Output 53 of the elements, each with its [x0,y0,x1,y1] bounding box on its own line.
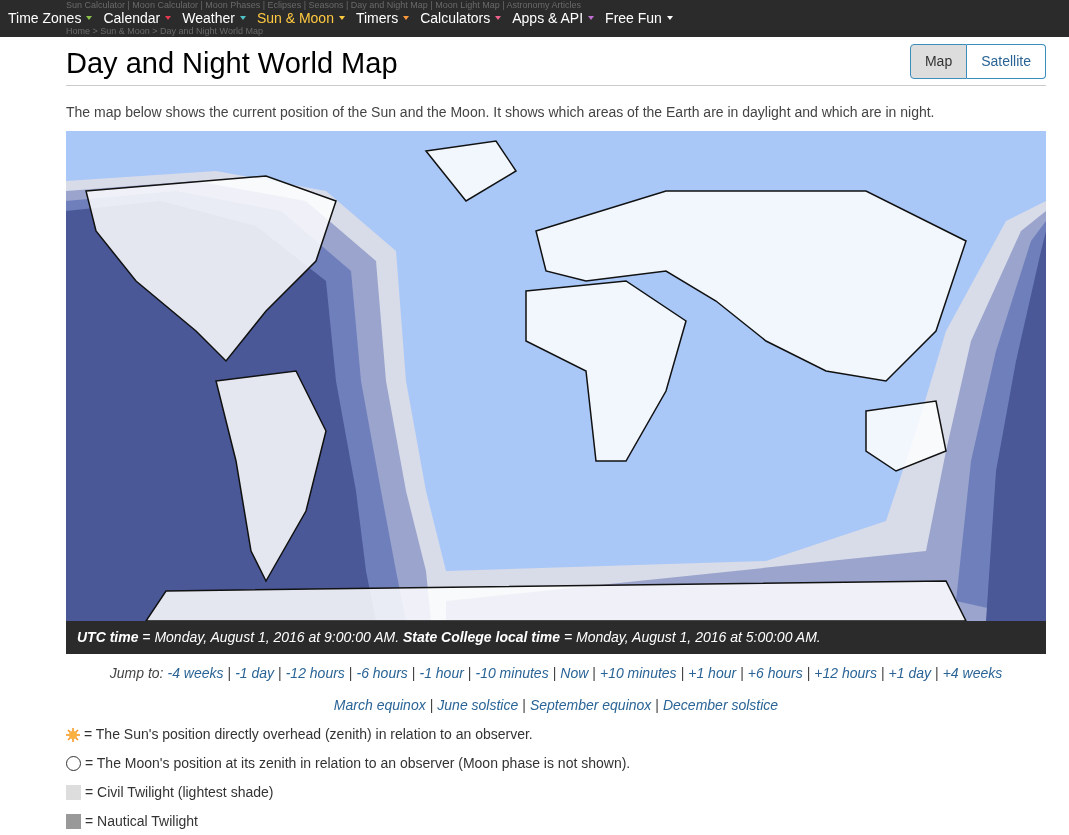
time-link[interactable]: -4 weeks [167,663,224,684]
view-toggle-tab[interactable]: Satellite [967,43,1046,79]
separator: | [552,664,557,683]
time-link[interactable]: June solstice [437,695,519,716]
separator: | [411,664,416,683]
nav-menu-item[interactable]: Apps & API [512,10,595,26]
nav-menu-item[interactable]: Timers [355,10,410,26]
nav-menu-item[interactable]: Time Zones [8,10,93,26]
nav-menu-item[interactable]: Sun & Moon [256,10,345,26]
separator: | [467,664,472,683]
time-link[interactable]: Now [560,663,589,684]
page-title: Day and Night World Map [66,46,398,81]
time-link[interactable]: September equinox [529,695,652,716]
intro-text: The map below shows the current position of the Sun and the Moon. It shows which areas of the Earth are in daylight and which are in night. [66,103,936,122]
time-link[interactable]: March equinox [333,695,426,716]
separator: | [278,664,282,683]
separator: | [655,696,659,715]
view-toggle-tab[interactable]: Map [909,43,968,79]
legend-text: = The Moon's position at its zenith in relation to an observer (Moon phase is not shown). [85,754,631,773]
time-link[interactable]: -10 minutes [475,663,549,684]
separator: | [522,696,526,715]
legend-text: = The Sun's position directly overhead (zenith) in relation to an observer. [84,725,533,744]
separator: | [680,664,685,683]
nav-menu-item[interactable]: Free Fun [605,10,673,26]
separator: | [348,664,353,683]
time-link[interactable]: December solstice [662,695,779,716]
separator: | [740,664,744,683]
time-link[interactable]: +6 hours [747,663,803,684]
time-link[interactable]: +1 day [888,663,932,684]
separator: | [935,664,939,683]
separator: | [429,696,434,715]
nautical-twilight-swatch [66,814,81,829]
separator: | [806,664,811,683]
time-link[interactable]: -6 hours [356,663,408,684]
separator: | [227,664,232,683]
jump-to-label: Jump to: [109,664,164,683]
nav-menu-item[interactable]: Calculators [420,10,502,26]
separator: | [592,664,596,683]
legend-text: = Nautical Twilight [85,812,198,831]
time-link[interactable]: +12 hours [814,663,877,684]
time-caption: UTC time = Monday, August 1, 2016 at 9:00:00 AM. State College local time = Monday, August 1, 2016 at 5:00:00 AM. [66,621,1046,654]
civil-twilight-swatch [66,785,81,800]
time-link[interactable]: +1 hour [688,663,737,684]
time-link[interactable]: -1 day [235,663,275,684]
time-link[interactable]: +10 minutes [599,663,677,684]
time-link[interactable]: -1 hour [419,663,464,684]
separator: | [880,664,885,683]
time-link[interactable]: -12 hours [285,663,345,684]
nav-menu-item[interactable]: Weather [182,10,246,26]
sun-icon [66,727,80,742]
legend-text: = Civil Twilight (lightest shade) [85,783,274,802]
nav-menu-item[interactable]: Calendar [103,10,172,26]
time-link[interactable]: +4 weeks [942,663,1003,684]
